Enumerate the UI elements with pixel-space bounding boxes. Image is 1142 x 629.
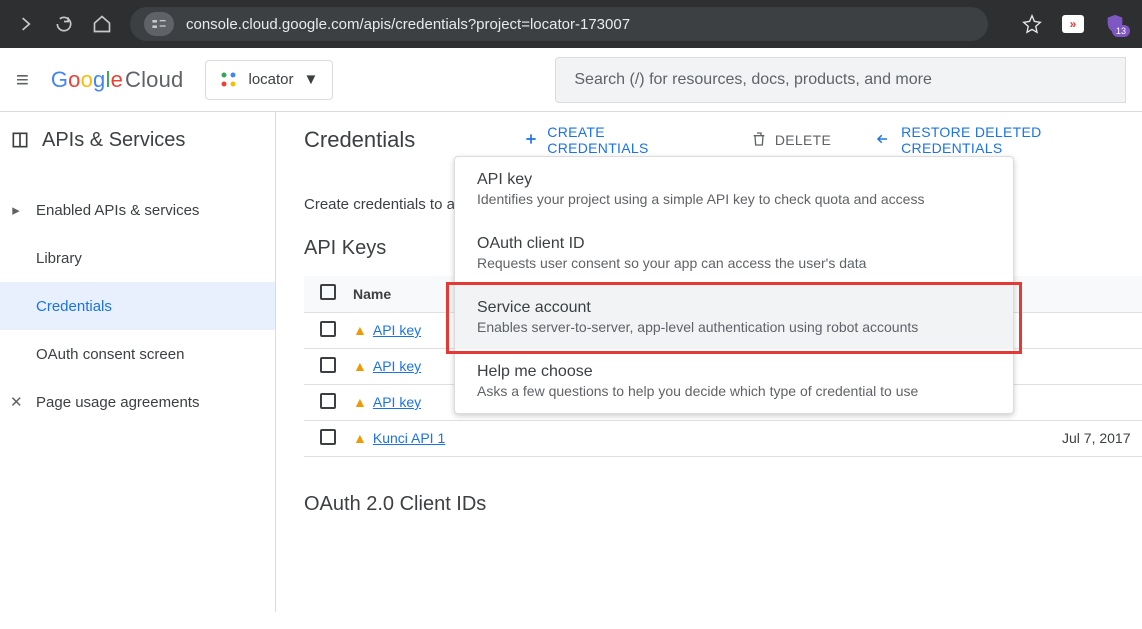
nav-bullet-icon: [10, 298, 22, 315]
row-checkbox[interactable]: [320, 429, 336, 445]
trash-icon: [751, 131, 767, 150]
reload-icon[interactable]: [54, 14, 74, 34]
api-key-link[interactable]: API key: [373, 322, 421, 338]
select-all-checkbox[interactable]: [320, 284, 336, 300]
api-key-link[interactable]: API key: [373, 358, 421, 374]
warning-icon: ▲: [353, 430, 367, 446]
sidebar-item-oauth-consent[interactable]: OAuth consent screen: [0, 330, 275, 378]
row-checkbox[interactable]: [320, 321, 336, 337]
extension-count-badge: 13: [1112, 25, 1130, 37]
oauth-clients-heading: OAuth 2.0 Client IDs: [304, 493, 1142, 516]
menu-item-help-me-choose[interactable]: Help me choose Asks a few questions to h…: [455, 349, 1013, 413]
menu-item-service-account[interactable]: Service account Enables server-to-server…: [455, 285, 1013, 349]
nav-bullet-icon: [10, 346, 22, 363]
page-title: Credentials: [304, 127, 415, 153]
url-text: console.cloud.google.com/apis/credential…: [186, 16, 630, 33]
cloud-header: ≡ Google Cloud locator ▼ Search (/) for …: [0, 48, 1142, 112]
address-bar[interactable]: console.cloud.google.com/apis/credential…: [130, 7, 988, 41]
api-key-link[interactable]: Kunci API 1: [373, 430, 445, 446]
nav-bullet-icon: [10, 250, 22, 267]
create-credentials-button[interactable]: CREATE CREDENTIALS: [523, 124, 707, 156]
plus-icon: [523, 131, 539, 150]
apis-section-icon: [10, 130, 30, 150]
warning-icon: ▲: [353, 358, 367, 374]
nav-bullet-icon: ✕: [10, 393, 22, 411]
site-info-icon[interactable]: [144, 12, 174, 36]
search-placeholder: Search (/) for resources, docs, products…: [574, 71, 931, 89]
nav-bullet-icon: ▸: [10, 201, 22, 219]
table-row: ▲ Kunci API 1 Jul 7, 2017: [304, 420, 1142, 456]
menu-item-oauth-client[interactable]: OAuth client ID Requests user consent so…: [455, 221, 1013, 285]
project-picker[interactable]: locator ▼: [205, 60, 333, 100]
sidebar-item-label: OAuth consent screen: [36, 346, 184, 363]
project-name: locator: [248, 71, 293, 88]
sidebar-item-credentials[interactable]: Credentials: [0, 282, 275, 330]
row-checkbox[interactable]: [320, 357, 336, 373]
sidebar-item-label: Library: [36, 250, 82, 267]
extension-shield-icon[interactable]: 13: [1104, 13, 1126, 35]
sidebar-item-library[interactable]: Library: [0, 234, 275, 282]
restore-credentials-button[interactable]: RESTORE DELETED CREDENTIALS: [875, 124, 1142, 156]
search-input[interactable]: Search (/) for resources, docs, products…: [555, 57, 1126, 103]
api-key-link[interactable]: API key: [373, 394, 421, 410]
row-checkbox[interactable]: [320, 393, 336, 409]
undo-icon: [875, 131, 893, 150]
section-title: APIs & Services: [42, 129, 185, 152]
menu-item-api-key[interactable]: API key Identifies your project using a …: [455, 157, 1013, 221]
sidebar-item-label: Page usage agreements: [36, 394, 199, 411]
sidebar-item-label: Credentials: [36, 298, 112, 315]
sidebar-item-enabled-apis[interactable]: ▸ Enabled APIs & services: [0, 186, 275, 234]
google-cloud-logo[interactable]: Google Cloud: [51, 67, 184, 93]
forward-icon[interactable]: [16, 14, 36, 34]
sidebar-item-label: Enabled APIs & services: [36, 202, 199, 219]
hamburger-icon[interactable]: ≡: [16, 67, 29, 93]
row-date: Jul 7, 2017: [782, 420, 1142, 456]
extension-badge-icon[interactable]: »: [1062, 15, 1084, 33]
warning-icon: ▲: [353, 322, 367, 338]
warning-icon: ▲: [353, 394, 367, 410]
chevron-down-icon: ▼: [304, 71, 319, 88]
main-content: Credentials CREATE CREDENTIALS DELETE RE…: [276, 112, 1142, 612]
browser-chrome: console.cloud.google.com/apis/credential…: [0, 0, 1142, 48]
project-picker-icon: [220, 71, 238, 89]
delete-button[interactable]: DELETE: [751, 131, 831, 150]
home-icon[interactable]: [92, 14, 112, 34]
create-credentials-menu: API key Identifies your project using a …: [454, 156, 1014, 414]
sidebar-item-page-usage[interactable]: ✕ Page usage agreements: [0, 378, 275, 426]
sidebar: APIs & Services ▸ Enabled APIs & service…: [0, 112, 276, 612]
star-icon[interactable]: [1022, 14, 1042, 34]
